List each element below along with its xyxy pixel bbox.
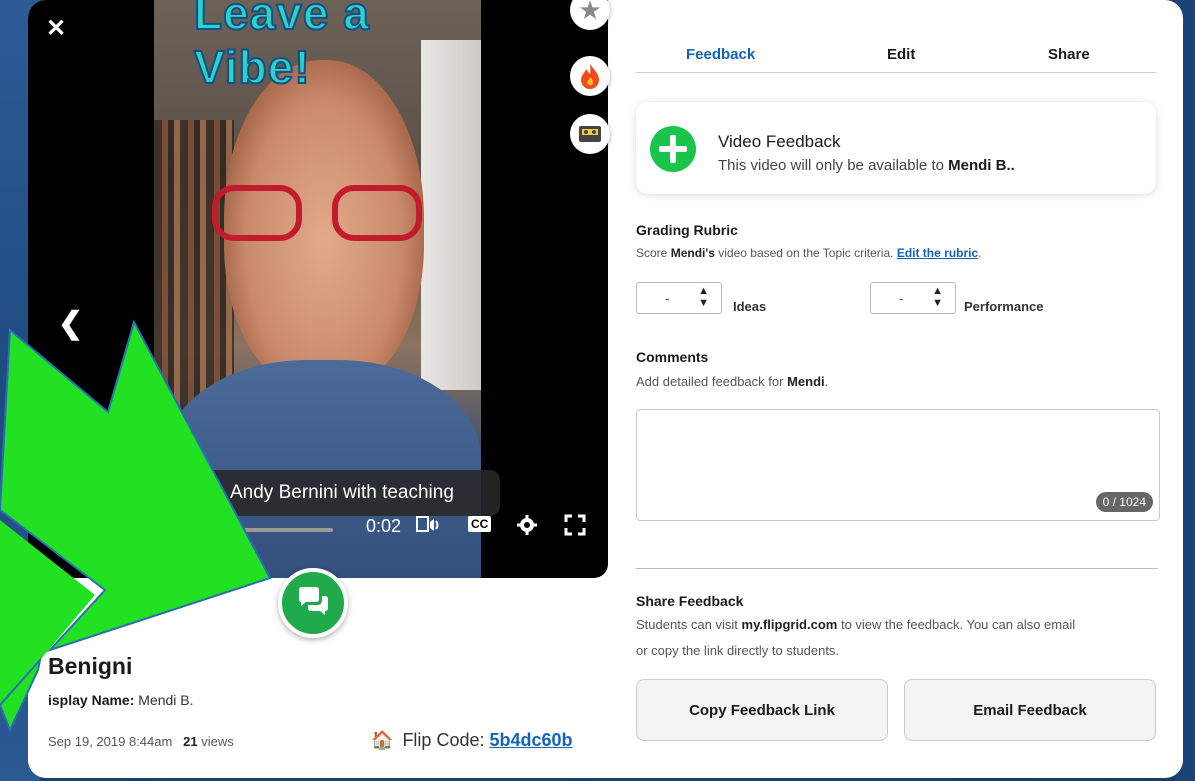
panel-tabs: Feedback Edit Share [636, 30, 1156, 73]
performance-label: Performance [964, 299, 1044, 314]
video-feedback-card[interactable]: Video Feedback This video will only be a… [636, 102, 1156, 194]
stepper-arrows-icon: ▲ ▼ [932, 285, 943, 309]
share-feedback-desc-2: or copy the link directly to students. [636, 643, 840, 658]
char-counter: 0 / 1024 [1095, 492, 1153, 512]
email-feedback-button[interactable]: Email Feedback [904, 679, 1156, 741]
cassette-icon[interactable] [570, 114, 610, 154]
captions-button[interactable]: CC [468, 516, 492, 532]
video-feedback-title: Video Feedback [718, 132, 841, 151]
share-feedback-title: Share Feedback [636, 593, 744, 609]
flame-icon[interactable] [570, 56, 610, 96]
comments-textarea[interactable]: 0 / 1024 [636, 409, 1160, 521]
divider [636, 568, 1158, 569]
flip-code: 🏠 Flip Code: 5b4dc60b [371, 730, 573, 750]
copy-feedback-link-button[interactable]: Copy Feedback Link [636, 679, 888, 741]
volume-icon[interactable] [416, 514, 442, 542]
fullscreen-icon[interactable] [564, 514, 586, 542]
add-video-icon[interactable] [650, 126, 696, 172]
comments-title: Comments [636, 349, 709, 365]
ideas-label: Ideas [733, 299, 767, 314]
tab-feedback[interactable]: Feedback [686, 46, 755, 63]
flip-code-link[interactable]: 5b4dc60b [490, 730, 573, 750]
share-feedback-desc: Students can visit my.flipgrid.com to vi… [636, 617, 1076, 632]
video-feedback-desc: This video will only be available to Men… [718, 157, 1015, 174]
rubric-title: Grading Rubric [636, 222, 738, 238]
settings-gear-icon[interactable] [516, 514, 538, 542]
performance-score-select[interactable]: - ▲ ▼ [870, 282, 956, 314]
edit-rubric-link[interactable]: Edit the rubric [897, 246, 978, 260]
tab-edit[interactable]: Edit [887, 46, 915, 63]
ideas-score-select[interactable]: - ▲ ▼ [636, 282, 722, 314]
tab-share[interactable]: Share [1048, 46, 1090, 63]
stepper-arrows-icon: ▲ ▼ [698, 285, 709, 309]
rubric-desc: Score Mendi's video based on the Topic c… [636, 246, 982, 260]
green-arrow-annotation [0, 319, 272, 733]
comments-desc: Add detailed feedback for Mendi. [636, 374, 829, 389]
